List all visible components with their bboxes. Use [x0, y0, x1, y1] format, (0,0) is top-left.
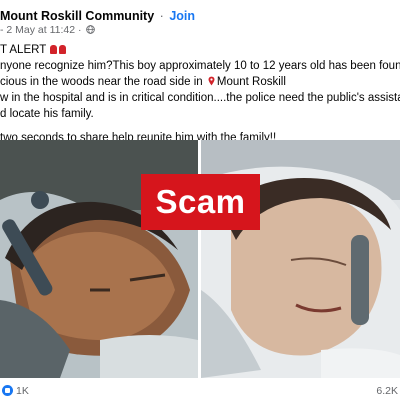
like-reaction-icon: [2, 385, 13, 396]
reaction-summary[interactable]: 1K: [2, 385, 29, 397]
like-count: 1K: [16, 385, 29, 397]
alert-text: T ALERT: [0, 44, 47, 56]
post-line-alert: T ALERT: [0, 42, 400, 58]
post-header: Mount Roskill Community · Join - 2 May a…: [0, 0, 400, 40]
post-meta: - 2 May at 11:42 ·: [0, 24, 96, 36]
group-name-link[interactable]: Mount Roskill Community: [0, 9, 154, 23]
post-line-location: cious in the woods near the road side in…: [0, 74, 400, 90]
post-timestamp[interactable]: 2 May at 11:42: [6, 24, 75, 36]
group-line: Mount Roskill Community · Join: [0, 9, 195, 23]
join-button[interactable]: Join: [169, 9, 195, 23]
post-line: w in the hospital and is in critical con…: [0, 92, 400, 104]
post-reactions-bar: 1K 6.2K: [0, 378, 400, 400]
author-prefix: -: [0, 24, 4, 36]
post-line: d locate his family.: [0, 108, 94, 120]
location-name: Mount Roskill: [216, 76, 286, 88]
map-pin-icon: [208, 76, 215, 86]
globe-icon: [86, 25, 96, 34]
location-text: cious in the woods near the road side in: [0, 76, 206, 88]
separator-dot: ·: [159, 9, 164, 23]
meta-separator: ·: [78, 24, 82, 36]
siren-icon: [50, 45, 58, 54]
post-body: T ALERT nyone recognize him?This boy app…: [0, 42, 400, 146]
share-count[interactable]: 6.2K: [376, 385, 398, 397]
scam-label-badge: Scam: [141, 174, 260, 230]
post-line: nyone recognize him?This boy approximate…: [0, 60, 400, 72]
siren-icon: [59, 45, 67, 54]
